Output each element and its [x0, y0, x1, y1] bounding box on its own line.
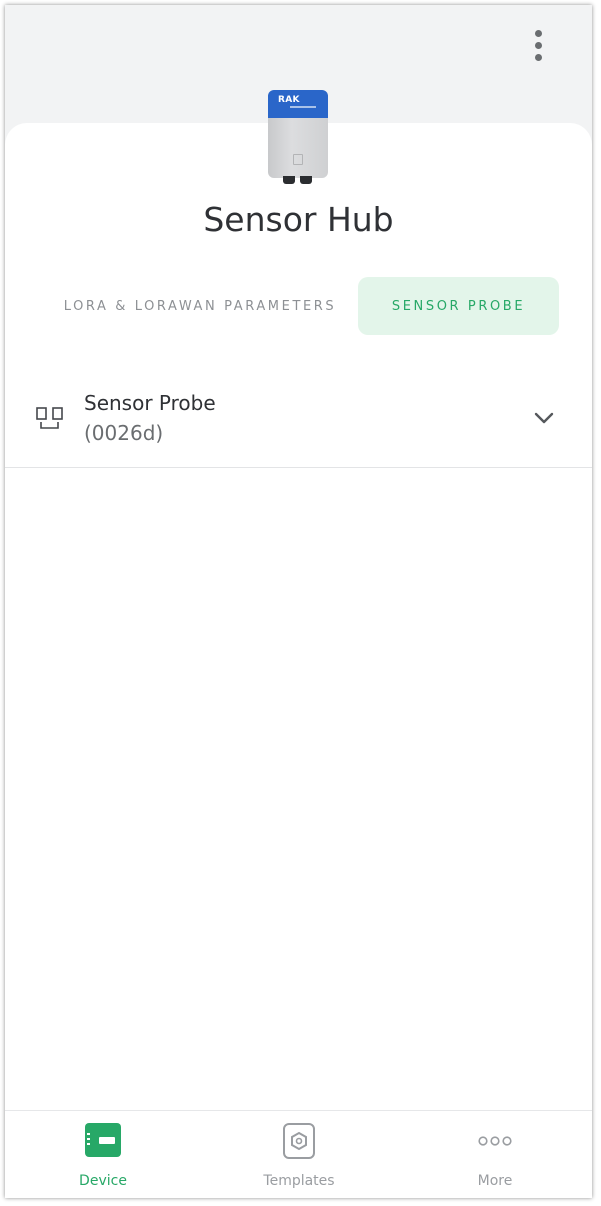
templates-icon [283, 1123, 315, 1159]
probe-name: Sensor Probe [84, 391, 216, 415]
menu-dot [534, 29, 542, 37]
device-image: RAK [268, 90, 328, 186]
device-mark [293, 154, 303, 165]
tab-lora-lorawan-parameters[interactable]: LORA & LORAWAN PARAMETERS [35, 277, 365, 335]
nav-device[interactable]: Device [5, 1111, 201, 1198]
sensor-probe-icon [36, 407, 63, 429]
device-icon [85, 1123, 121, 1157]
sensor-probe-row[interactable]: Sensor Probe (0026d) [5, 377, 592, 467]
device-connector-left [283, 176, 295, 184]
more-horizontal-icon [478, 1136, 512, 1146]
device-logo: RAK [278, 95, 300, 105]
device-logo-underline [290, 106, 316, 108]
chevron-down-icon[interactable] [533, 407, 555, 429]
divider [5, 467, 592, 468]
page-title: Sensor Hub [203, 200, 394, 239]
device-body [268, 118, 328, 178]
nav-more[interactable]: More [397, 1111, 592, 1198]
tab-sensor-probe[interactable]: SENSOR PROBE [358, 277, 559, 335]
menu-dot [534, 53, 542, 61]
device-connector-right [300, 176, 312, 184]
nav-templates-label: Templates [263, 1173, 335, 1189]
nav-more-label: More [477, 1173, 513, 1189]
more-options-button[interactable] [520, 25, 556, 65]
probe-code: (0026d) [84, 421, 164, 445]
nav-templates[interactable]: Templates [201, 1111, 397, 1198]
nav-device-label: Device [79, 1173, 127, 1189]
menu-dot [534, 41, 542, 49]
app-window: RAK Sensor Hub LORA & LORAWAN PARAMETERS… [5, 5, 592, 1198]
